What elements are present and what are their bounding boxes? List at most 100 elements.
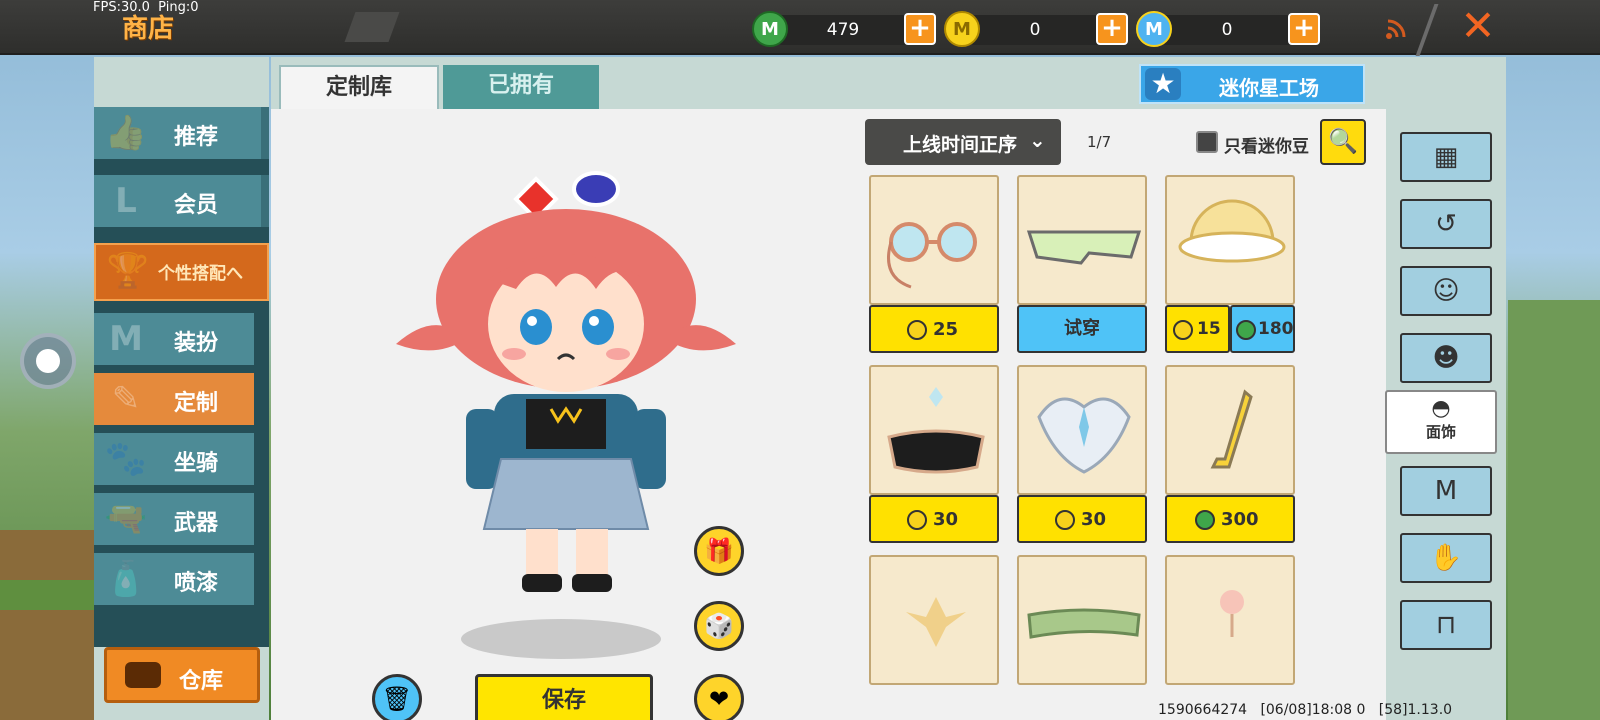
flower-hairpin-thumbnail bbox=[1165, 555, 1295, 685]
price-value: 300 bbox=[1221, 509, 1259, 530]
sidebar-item-custom[interactable]: ✎ 定制 bbox=[94, 373, 254, 425]
sidebar-item-label: 个性搭配へ bbox=[158, 264, 243, 284]
gift-button[interactable]: 🎁 bbox=[694, 526, 744, 576]
gold-coin-icon bbox=[907, 320, 927, 340]
only-mini-bean-checkbox[interactable] bbox=[1196, 131, 1218, 153]
sort-dropdown[interactable]: 上线时间正序 ⌄ bbox=[865, 119, 1061, 165]
mount-icon: 🐾 bbox=[104, 439, 148, 479]
background-block bbox=[1508, 300, 1600, 720]
gun-icon: 🔫 bbox=[104, 499, 148, 539]
item-card-green-headband[interactable] bbox=[1017, 555, 1147, 695]
try-on-label: 试穿 bbox=[1064, 318, 1100, 339]
coin-price-value: 15 bbox=[1197, 319, 1221, 339]
sidebar-item-weapon[interactable]: 🔫 武器 bbox=[94, 493, 254, 545]
only-mini-bean-label: 只看迷你豆 bbox=[1224, 137, 1309, 157]
category-sidebar: 👍 推荐 L 会员 🏆 个性搭配へ M 装扮 ✎ 定制 🐾 坐骑 🔫 武器 🧴 bbox=[94, 57, 269, 720]
pants-icon[interactable]: ⊓ bbox=[1400, 600, 1492, 650]
chest-icon bbox=[125, 662, 161, 688]
try-on-button[interactable]: 试穿 bbox=[1017, 305, 1147, 353]
timestamp: [06/08]18:08 0 bbox=[1260, 702, 1366, 718]
sort-label: 上线时间正序 bbox=[903, 134, 1018, 156]
sidebar-item-dressup[interactable]: M 装扮 bbox=[94, 313, 254, 365]
price-button[interactable]: 30 bbox=[869, 495, 999, 543]
grid-view-icon[interactable]: ▦ bbox=[1400, 132, 1492, 182]
green-headband-thumbnail bbox=[1017, 555, 1147, 685]
item-card-crystal-crown[interactable]: 30 bbox=[1017, 365, 1147, 543]
price-button[interactable]: 30 bbox=[1017, 495, 1147, 543]
mask-icon: ◓ bbox=[1431, 396, 1451, 421]
sidebar-item-label: 定制 bbox=[174, 391, 219, 416]
sidebar-item-label: 喷漆 bbox=[174, 571, 219, 596]
item-card-sport-visor[interactable]: 试穿 bbox=[1017, 175, 1147, 353]
character-shadow bbox=[461, 619, 661, 659]
tab-custom-library[interactable]: 定制库 bbox=[279, 65, 439, 109]
trophy-icon: 🏆 bbox=[106, 251, 150, 291]
bean-price-button[interactable]: 180 bbox=[1230, 305, 1295, 353]
blue-coin-icon: M bbox=[1136, 11, 1172, 47]
yellow-hat-thumbnail bbox=[1165, 175, 1295, 305]
random-dice-button[interactable]: 🎲 bbox=[694, 601, 744, 651]
background-block bbox=[0, 580, 95, 610]
spray-icon: 🧴 bbox=[104, 559, 148, 599]
workshop-label: 迷你星工场 bbox=[1219, 76, 1319, 100]
thumb-up-icon: 👍 bbox=[104, 113, 148, 153]
add-mini-point-button[interactable]: + bbox=[1288, 13, 1320, 45]
close-icon[interactable]: ✕ bbox=[1458, 5, 1498, 47]
golden-earpiece-thumbnail bbox=[1165, 365, 1295, 495]
item-card-flower-hairpin[interactable] bbox=[1165, 555, 1295, 695]
vip-l-icon: L bbox=[115, 181, 137, 221]
decorative-stripe bbox=[344, 12, 400, 42]
slot-category-column[interactable]: ▦ ↺ ☺ ☻ ◓ 面饰 M ✋ ⊓ bbox=[1385, 132, 1510, 712]
signal-icon bbox=[1385, 18, 1407, 40]
green-gem-icon: M bbox=[752, 11, 788, 47]
price-button[interactable]: 300 bbox=[1165, 495, 1295, 543]
mini-star-workshop-button[interactable]: ★ 迷你星工场 bbox=[1139, 64, 1365, 104]
item-card-yellow-hat[interactable]: 15 180 bbox=[1165, 175, 1295, 353]
item-card-black-face-mask[interactable]: 30 bbox=[869, 365, 999, 543]
sidebar-item-label: 装扮 bbox=[174, 331, 219, 356]
item-card-round-glasses[interactable]: 25 bbox=[869, 175, 999, 353]
sidebar-item-vip[interactable]: L 会员 bbox=[94, 175, 269, 227]
gold-coin-icon bbox=[907, 510, 927, 530]
face-accessory-tab[interactable]: ◓ 面饰 bbox=[1385, 390, 1497, 454]
sidebar-item-mount[interactable]: 🐾 坐骑 bbox=[94, 433, 254, 485]
item-card-floral-sparkle[interactable] bbox=[869, 555, 999, 695]
green-gem-icon bbox=[1236, 320, 1256, 340]
warehouse-button[interactable]: 仓库 bbox=[104, 647, 260, 703]
divider bbox=[1415, 4, 1439, 56]
floating-assistant-button[interactable] bbox=[20, 333, 76, 389]
favorite-heart-button[interactable]: ❤ bbox=[694, 674, 744, 720]
item-grid[interactable]: 25 试穿 15 180 30 30 300 bbox=[869, 175, 1299, 695]
price-value: 30 bbox=[933, 509, 959, 530]
trash-button[interactable]: 🗑 bbox=[372, 674, 422, 720]
tab-owned[interactable]: 已拥有 bbox=[443, 65, 599, 109]
glove-icon[interactable]: ✋ bbox=[1400, 533, 1492, 583]
face-icon[interactable]: ☻ bbox=[1400, 333, 1492, 383]
sidebar-item-spray[interactable]: 🧴 喷漆 bbox=[94, 553, 254, 605]
category-list[interactable]: 👍 推荐 L 会员 🏆 个性搭配へ M 装扮 ✎ 定制 🐾 坐骑 🔫 武器 🧴 bbox=[94, 107, 269, 647]
mini-coin-amount: 0 bbox=[970, 15, 1100, 45]
sidebar-item-recommend[interactable]: 👍 推荐 bbox=[94, 107, 269, 159]
save-button[interactable]: 保存 bbox=[475, 674, 653, 720]
add-mini-bean-button[interactable]: + bbox=[904, 13, 936, 45]
pencil-icon: ✎ bbox=[111, 379, 141, 419]
gold-coin-icon: M bbox=[944, 11, 980, 47]
price-button[interactable]: 25 bbox=[869, 305, 999, 353]
bean-price-value: 180 bbox=[1258, 319, 1294, 339]
sidebar-item-personal-style[interactable]: 🏆 个性搭配へ bbox=[94, 243, 269, 301]
add-mini-coin-button[interactable]: + bbox=[1096, 13, 1128, 45]
shirt-m-icon: M bbox=[109, 319, 143, 359]
history-icon[interactable]: ↺ bbox=[1400, 199, 1492, 249]
price-value: 30 bbox=[1081, 509, 1107, 530]
character-preview[interactable] bbox=[376, 159, 756, 599]
coin-price-button[interactable]: 15 bbox=[1165, 305, 1230, 353]
chevron-down-icon: ⌄ bbox=[1029, 128, 1046, 152]
gold-coin-icon bbox=[1173, 320, 1193, 340]
hair-face-icon[interactable]: ☺ bbox=[1400, 266, 1492, 316]
shirt-icon[interactable]: M bbox=[1400, 466, 1492, 516]
round-glasses-thumbnail bbox=[869, 175, 999, 305]
page-indicator: 1/7 bbox=[1087, 133, 1112, 151]
search-icon[interactable]: 🔍 bbox=[1320, 119, 1366, 165]
item-card-golden-earpiece[interactable]: 300 bbox=[1165, 365, 1295, 543]
content-area: 🎁 🎲 ❤ 🗑 保存 上线时间正序 ⌄ 1/7 只看迷你豆 🔍 25 试穿 15… bbox=[271, 109, 1386, 720]
